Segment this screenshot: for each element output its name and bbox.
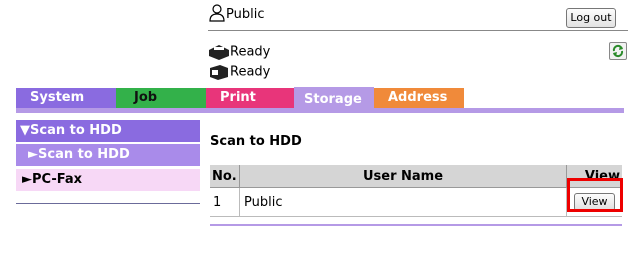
page-title: Scan to HDD [210, 134, 302, 149]
tab-address[interactable]: Address [374, 88, 464, 108]
printer-icon [209, 45, 229, 60]
user-label: Public [226, 7, 265, 22]
header-divider [208, 30, 628, 31]
sidebar-section-scan-to-hdd[interactable]: ▼Scan to HDD [16, 120, 200, 142]
refresh-icon[interactable] [609, 42, 627, 60]
content-divider [210, 224, 622, 226]
scanner-icon [210, 65, 228, 80]
row-number: 1 [210, 187, 240, 217]
scanner-status-text: Ready [230, 64, 271, 80]
sidebar-divider [16, 203, 200, 204]
logout-button[interactable]: Log out [566, 8, 616, 28]
tab-system[interactable]: System [16, 88, 116, 108]
scanner-status: Ready [208, 64, 270, 80]
sidebar-item-scan-to-hdd[interactable]: ►Scan to HDD [16, 144, 200, 166]
main-tabs: System Job Print Storage Address [16, 87, 624, 113]
printer-status: Ready [208, 44, 270, 60]
user-table: No. User Name View 1 Public View [210, 165, 622, 217]
highlight-box [567, 178, 623, 212]
sidebar-item-pc-fax[interactable]: ►PC-Fax [16, 169, 200, 191]
tab-print[interactable]: Print [206, 88, 294, 108]
tab-job[interactable]: Job [116, 88, 206, 108]
row-user-name: Public [239, 187, 567, 217]
tab-underline [16, 108, 624, 113]
printer-status-text: Ready [230, 44, 271, 60]
column-header-user-name: User Name [239, 165, 567, 188]
column-header-no: No. [210, 165, 240, 188]
table-header: No. User Name View [210, 165, 622, 188]
table-row: 1 Public View [210, 187, 622, 217]
user-icon [209, 4, 225, 22]
